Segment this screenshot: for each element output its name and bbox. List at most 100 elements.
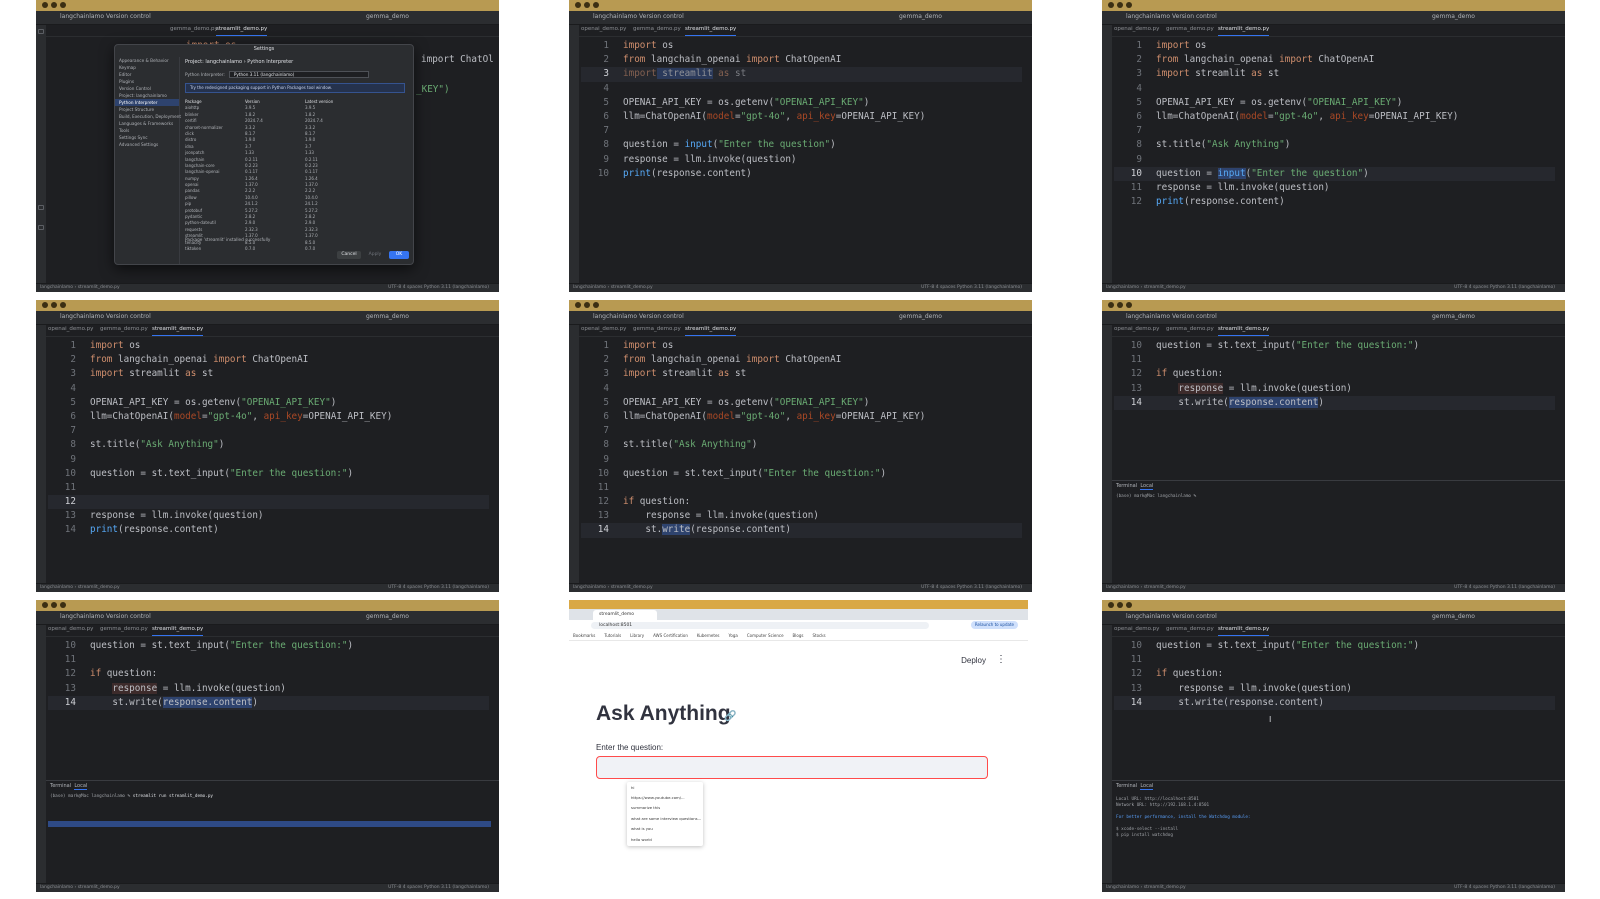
status-path[interactable]: langchainlamo › streamlit_demo.py [1106,285,1186,290]
relaunch-button[interactable]: Relaunch to update [970,621,1018,629]
bookmark-item[interactable]: Kubernetes [697,633,720,638]
settings-item[interactable]: Editor [115,71,179,78]
status-path[interactable]: langchainlamo › streamlit_demo.py [573,285,653,290]
address-bar[interactable]: localhost:8501 [591,622,929,629]
tab-streamlit[interactable]: streamlit_demo.py [1218,326,1270,336]
settings-item[interactable]: Project: langchainlamo [115,92,179,99]
tab-local[interactable]: Local [74,783,88,790]
project-name[interactable]: langchainlamo [60,613,104,620]
autocomplete-item[interactable]: https://www.youtube.com/... [627,792,703,802]
settings-item[interactable]: Project Structure [115,106,179,113]
apply-button[interactable]: Apply [365,251,385,259]
code-editor[interactable]: 10 question = st.text_input("Enter the qu… [48,639,489,710]
settings-item[interactable]: Build, Execution, Deployment [115,113,181,120]
tab-openai[interactable]: openai_demo.py [48,326,93,335]
tab-terminal[interactable]: Terminal [50,783,71,789]
bookmark-item[interactable]: Computer Science [747,633,784,638]
bookmark-item[interactable]: Yoga [729,633,738,638]
bookmark-item[interactable]: Bookmarks [573,633,595,638]
project-name[interactable]: langchainlamo [593,313,637,320]
code-editor[interactable]: 1 import os 2 from langchain_openai import… [581,339,1022,538]
cancel-button[interactable]: Cancel [337,251,361,259]
terminal-panel[interactable]: Terminal Local Local URL: http://localho… [1112,780,1565,884]
bookmark-item[interactable]: AWS Certification [653,633,688,638]
status-info[interactable]: UTF-8 4 spaces Python 3.11 (langchainlam… [921,585,1022,590]
folder-icon[interactable] [38,29,44,34]
vcs-widget[interactable]: Version control [106,13,151,20]
status-info[interactable]: UTF-8 4 spaces Python 3.11 (langchainlam… [921,285,1022,290]
status-info[interactable]: UTF-8 4 spaces Python 3.11 (langchainlam… [388,885,489,890]
project-name[interactable]: langchainlamo [1126,613,1170,620]
run-icon[interactable] [38,205,44,210]
settings-item[interactable]: Appearance & Behavior [115,57,179,64]
run-config[interactable]: gemma_demo [1432,613,1475,620]
tab-openai[interactable]: openai_demo.py [1114,326,1159,335]
autocomplete-item[interactable]: hello world [627,834,703,844]
tab-gemma[interactable]: gemma_demo.py [1166,26,1214,35]
project-name[interactable]: langchainlamo [60,313,104,320]
status-path[interactable]: langchainlamo › streamlit_demo.py [1106,885,1186,890]
project-name[interactable]: langchainlamo [593,13,637,20]
run-config[interactable]: gemma_demo [1432,313,1475,320]
status-info[interactable]: UTF-8 4 spaces Python 3.11 (langchainlam… [1454,885,1555,890]
project-name[interactable]: langchainlamo [60,13,104,20]
bookmark-item[interactable]: Library [630,633,644,638]
status-info[interactable]: UTF-8 4 spaces Python 3.11 (langchainlam… [1454,585,1555,590]
status-path[interactable]: langchainlamo › streamlit_demo.py [40,585,120,590]
tab-streamlit[interactable]: streamlit_demo.py [1218,26,1270,36]
status-path[interactable]: langchainlamo › streamlit_demo.py [40,285,120,290]
tab-streamlit[interactable]: streamlit_demo.py [685,326,737,336]
tab-streamlit[interactable]: streamlit_demo.py [152,326,204,336]
run-config[interactable]: gemma_demo [366,313,409,320]
status-info[interactable]: UTF-8 4 spaces Python 3.11 (langchainlam… [1454,285,1555,290]
settings-item[interactable]: Languages & Frameworks [115,120,179,127]
settings-item[interactable]: Settings Sync [115,134,179,141]
ok-button[interactable]: OK [389,251,409,259]
vcs-widget[interactable]: Version control [106,613,151,620]
tab-terminal[interactable]: Terminal [1116,783,1137,789]
question-input[interactable] [596,756,988,779]
tab-terminal[interactable]: Terminal [1116,483,1137,489]
project-name[interactable]: langchainlamo [1126,13,1170,20]
tab-local[interactable]: Local [1140,783,1154,790]
tab-openai[interactable]: openai_demo.py [581,26,626,35]
status-path[interactable]: langchainlamo › streamlit_demo.py [573,585,653,590]
vcs-widget[interactable]: Version control [639,313,684,320]
deploy-button[interactable]: Deploy [961,656,986,665]
tab-gemma[interactable]: gemma_demo.py [170,26,218,35]
code-editor[interactable]: 1 import os 2 from langchain_openai import… [1114,39,1555,209]
interpreter-select[interactable]: Python 3.11 (langchainlamo) [228,71,369,78]
tab-gemma[interactable]: gemma_demo.py [633,26,681,35]
settings-item[interactable]: Tools [115,127,179,134]
status-info[interactable]: UTF-8 4 spaces Python 3.11 (langchainlam… [388,585,489,590]
vcs-widget[interactable]: Version control [1172,313,1217,320]
main-menu-icon[interactable]: ⋮ [996,654,1006,665]
tab-openai[interactable]: openai_demo.py [1114,626,1159,635]
code-editor[interactable]: 1 import os 2 from langchain_openai import… [581,39,1022,181]
status-path[interactable]: langchainlamo › streamlit_demo.py [40,885,120,890]
settings-item[interactable]: Version Control [115,85,179,92]
code-editor[interactable]: 1 import os 2 from langchain_openai import… [48,339,489,538]
bookmark-item[interactable]: Stocks [812,633,825,638]
bookmark-item[interactable]: Blogs [793,633,804,638]
anchor-link-icon[interactable]: 🔗 [724,711,736,722]
tab-gemma[interactable]: gemma_demo.py [1166,326,1214,335]
terminal-panel[interactable]: Terminal Local (base) mark@Mac langchain… [1112,480,1565,584]
tab-streamlit[interactable]: streamlit_demo.py [216,26,268,36]
run-config[interactable]: gemma_demo [899,313,942,320]
run-config[interactable]: gemma_demo [1432,13,1475,20]
tab-gemma[interactable]: gemma_demo.py [100,326,148,335]
vcs-widget[interactable]: Version control [106,313,151,320]
tab-gemma[interactable]: gemma_demo.py [633,326,681,335]
run-config[interactable]: gemma_demo [899,13,942,20]
status-path[interactable]: langchainlamo › streamlit_demo.py [1106,585,1186,590]
terminal-icon[interactable] [38,225,44,230]
code-editor[interactable]: 10 question = st.text_input("Enter the qu… [1114,639,1555,710]
tab-openai[interactable]: openai_demo.py [1114,26,1159,35]
browser-tab[interactable]: streamlit_demo [593,610,657,620]
vcs-widget[interactable]: Version control [1172,13,1217,20]
autocomplete-item[interactable]: what are some interview questions... [627,813,703,823]
tab-streamlit[interactable]: streamlit_demo.py [1218,626,1270,636]
tab-openai[interactable]: openai_demo.py [48,626,93,635]
run-config[interactable]: gemma_demo [366,613,409,620]
